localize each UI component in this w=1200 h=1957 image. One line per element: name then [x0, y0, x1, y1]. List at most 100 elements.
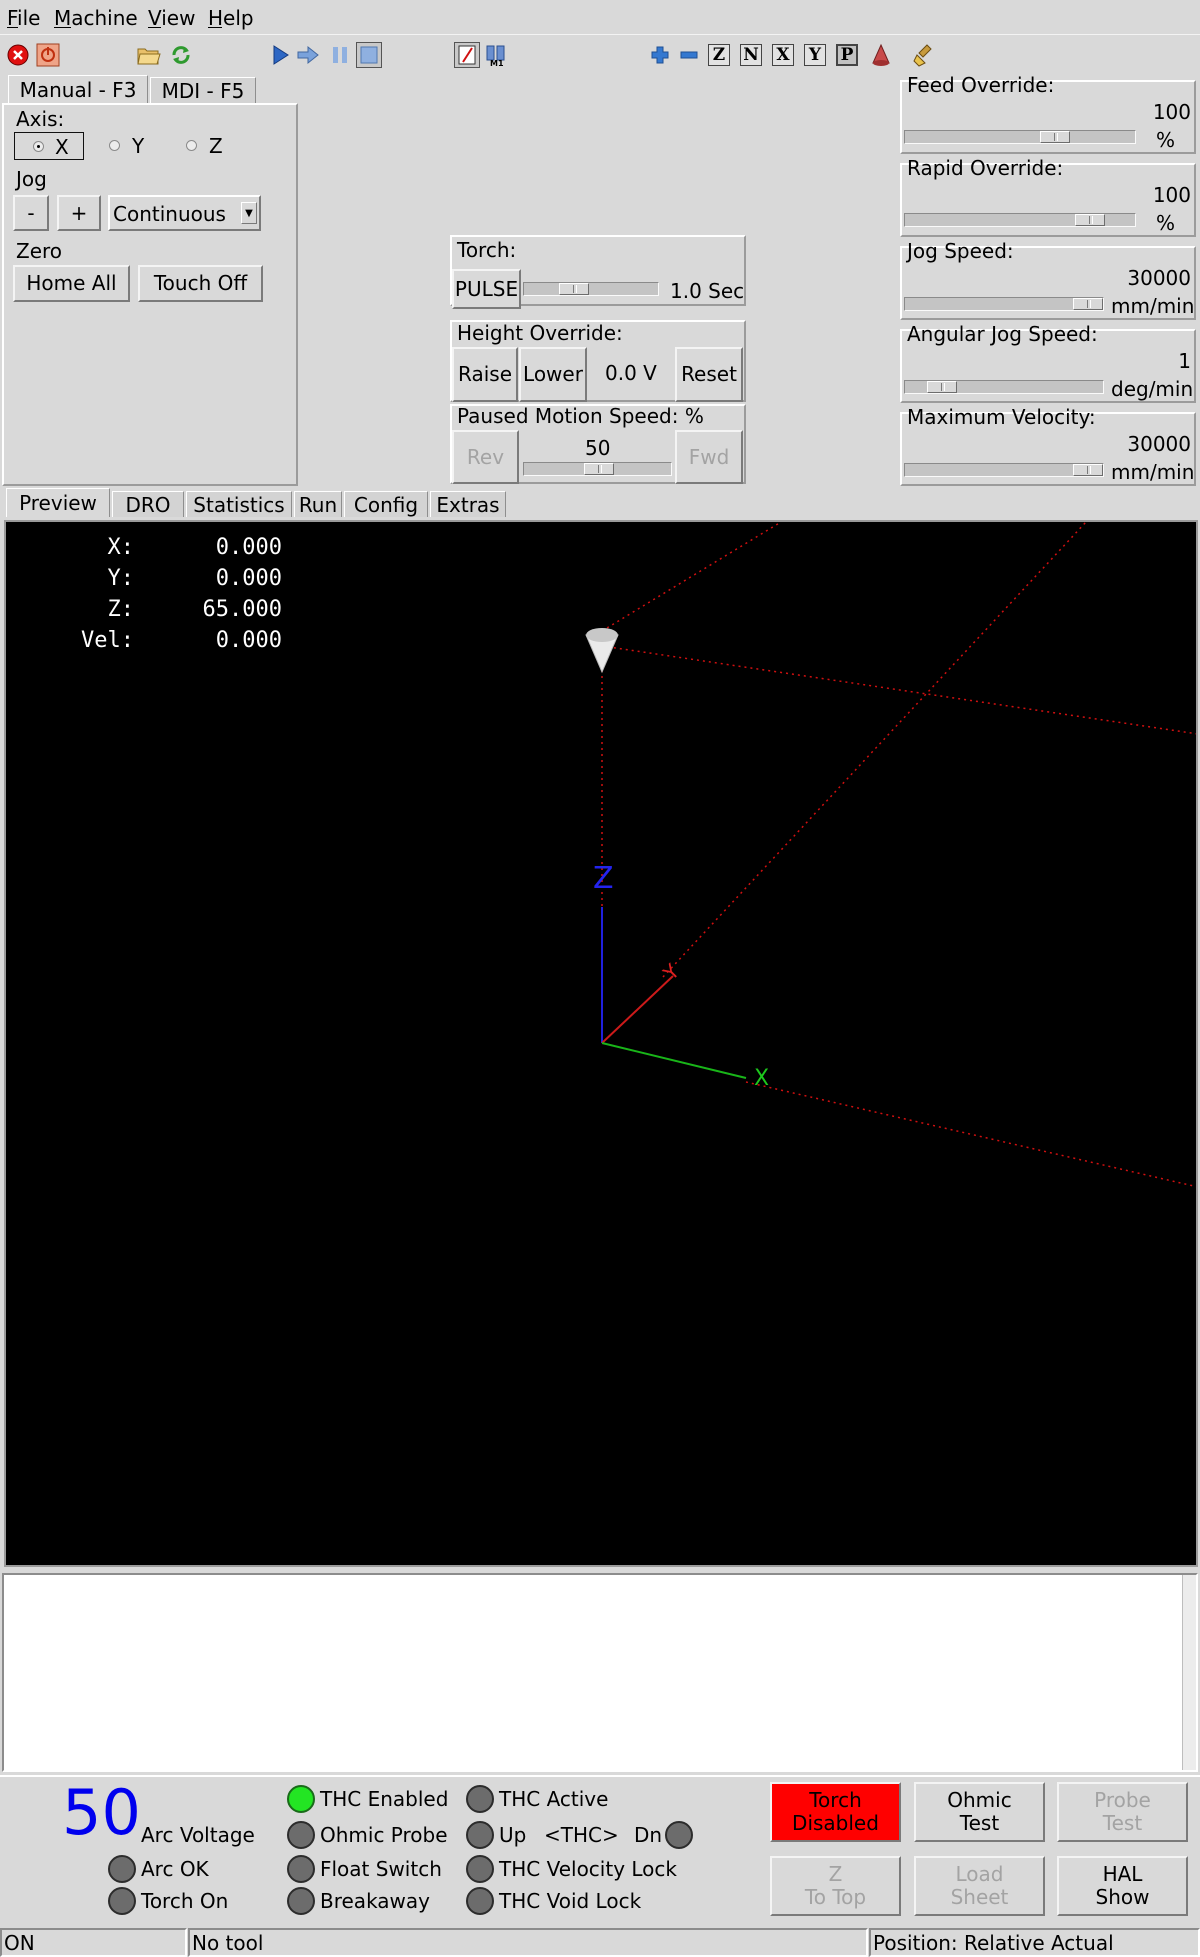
menu-help-mnemonic	[208, 27, 222, 28]
pulse-button[interactable]: PULSE	[452, 269, 521, 309]
tab-mdi[interactable]: MDI - F5	[150, 77, 256, 104]
jog-label: Jog	[16, 167, 47, 191]
menu-mnemonic-underlines	[7, 27, 247, 29]
axis-y-radio[interactable]: Y	[104, 132, 174, 160]
rapid-override-slider[interactable]	[904, 213, 1136, 227]
stop-icon[interactable]	[356, 42, 382, 68]
power-icon[interactable]	[35, 42, 61, 68]
thc-active-label: THC Active	[499, 1787, 609, 1811]
axis-z-radio[interactable]: Z	[181, 132, 251, 160]
x-axis-line	[601, 1042, 747, 1079]
touch-off-button[interactable]: Touch Off	[138, 265, 263, 302]
max-velocity-slider[interactable]	[904, 463, 1104, 477]
step-icon[interactable]	[295, 42, 321, 68]
thc-enabled-label: THC Enabled	[320, 1787, 449, 1811]
feed-override-slider[interactable]	[904, 130, 1136, 144]
clear-plot-icon[interactable]	[912, 42, 938, 68]
tab-dro[interactable]: DRO	[112, 491, 184, 517]
preview-canvas[interactable]: Z Y X X: 0.000 Y: 0.000 Z: 65.000 Vel: 0…	[4, 520, 1198, 1567]
thc-dn-led	[665, 1821, 693, 1849]
jog-mode-select[interactable]: Continuous ▼	[108, 195, 261, 231]
tab-config[interactable]: Config	[344, 491, 428, 517]
angular-jog-slider-thumb[interactable]	[927, 381, 957, 393]
tab-extras[interactable]: Extras	[430, 491, 506, 517]
feed-override-value: 100	[1152, 100, 1191, 124]
paused-motion-slider[interactable]	[523, 462, 672, 476]
view-z2-icon[interactable]: N	[740, 44, 762, 66]
limit-line-5	[745, 1081, 1196, 1188]
jog-plus-button[interactable]: +	[57, 195, 101, 231]
thc-velocity-lock-label: THC Velocity Lock	[499, 1857, 677, 1881]
axis-x-radio[interactable]: X	[14, 132, 84, 160]
torch-disabled-button[interactable]: Torch Disabled	[770, 1782, 901, 1842]
view-z2-icon-label: N	[743, 45, 759, 65]
run-icon[interactable]	[267, 42, 293, 68]
feed-override-slider-thumb[interactable]	[1040, 131, 1070, 143]
open-file-icon[interactable]	[136, 42, 162, 68]
ohmic-test-button[interactable]: Ohmic Test	[914, 1782, 1045, 1842]
zoom-out-icon[interactable]	[676, 42, 702, 68]
svg-text:M1: M1	[490, 59, 504, 67]
arc-ok-led	[108, 1855, 136, 1883]
load-sheet-line1: Load	[955, 1862, 1004, 1886]
torch-label: Torch:	[457, 238, 517, 262]
ohmic-test-line2: Test	[959, 1811, 1000, 1835]
ohmic-probe-led	[287, 1821, 315, 1849]
fwd-button[interactable]: Fwd	[675, 430, 743, 484]
torch-cone-icon	[585, 628, 619, 674]
reset-button[interactable]: Reset	[675, 347, 743, 402]
pulse-time-slider[interactable]	[523, 282, 659, 296]
view-z-icon[interactable]: Z	[708, 44, 730, 66]
angular-jog-slider[interactable]	[904, 380, 1104, 394]
view-p-icon[interactable]: P	[836, 44, 858, 66]
max-velocity-value: 30000	[1127, 432, 1191, 456]
status-tool-text: No tool	[192, 1931, 264, 1955]
tab-statistics[interactable]: Statistics	[186, 491, 292, 517]
tab-manual[interactable]: Manual - F3	[8, 75, 148, 104]
zoom-in-icon[interactable]	[647, 42, 673, 68]
tab-run[interactable]: Run	[294, 491, 342, 517]
jog-speed-slider-thumb[interactable]	[1073, 298, 1103, 310]
jog-speed-unit: mm/min	[1111, 294, 1195, 318]
jog-minus-button[interactable]: -	[13, 195, 49, 231]
hal-show-button[interactable]: HAL Show	[1057, 1856, 1188, 1916]
y-axis-line	[601, 975, 674, 1044]
max-velocity-slider-thumb[interactable]	[1073, 464, 1103, 476]
pulse-time-slider-thumb[interactable]	[559, 283, 589, 295]
thc-enabled-led	[287, 1785, 315, 1813]
run-icon-svg	[273, 45, 289, 65]
home-all-button[interactable]: Home All	[13, 265, 130, 302]
estop-icon[interactable]	[5, 42, 31, 68]
load-sheet-button[interactable]: Load Sheet	[914, 1856, 1045, 1916]
gcode-text-area[interactable]	[2, 1573, 1198, 1772]
reload-icon[interactable]	[168, 42, 194, 68]
paused-motion-slider-thumb[interactable]	[584, 463, 614, 475]
thc-up-label: Up	[499, 1823, 527, 1847]
step-icon-svg	[297, 45, 319, 65]
rapid-override-slider-thumb[interactable]	[1075, 214, 1105, 226]
z-to-top-button[interactable]: Z To Top	[770, 1856, 901, 1916]
pause-icon[interactable]	[327, 42, 353, 68]
rev-button[interactable]: Rev	[452, 430, 519, 484]
thc-dn-label: Dn	[634, 1823, 663, 1847]
raise-button[interactable]: Raise	[452, 347, 518, 402]
ohmic-probe-label: Ohmic Probe	[320, 1823, 448, 1847]
dro-x-value: 0.000	[215, 535, 282, 560]
breakaway-led	[287, 1887, 315, 1915]
feed-override-unit: %	[1156, 128, 1176, 152]
rapid-override-unit: %	[1156, 211, 1176, 235]
block-delete-icon[interactable]	[454, 42, 480, 68]
tab-preview[interactable]: Preview	[6, 488, 110, 517]
float-switch-led	[287, 1855, 315, 1883]
view-x-icon[interactable]: X	[772, 44, 794, 66]
rotate-view-icon[interactable]	[868, 42, 894, 68]
arc-voltage-value: 50	[62, 1776, 141, 1849]
probe-test-button[interactable]: Probe Test	[1057, 1782, 1188, 1842]
optional-stop-icon[interactable]: M1	[483, 42, 509, 68]
gcode-scrollbar[interactable]	[1182, 1575, 1196, 1770]
view-y-icon[interactable]: Y	[804, 44, 826, 66]
hal-show-line2: Show	[1095, 1885, 1150, 1909]
lower-button[interactable]: Lower	[519, 347, 587, 402]
jog-speed-slider[interactable]	[904, 297, 1104, 311]
angular-jog-unit: deg/min	[1111, 377, 1194, 401]
